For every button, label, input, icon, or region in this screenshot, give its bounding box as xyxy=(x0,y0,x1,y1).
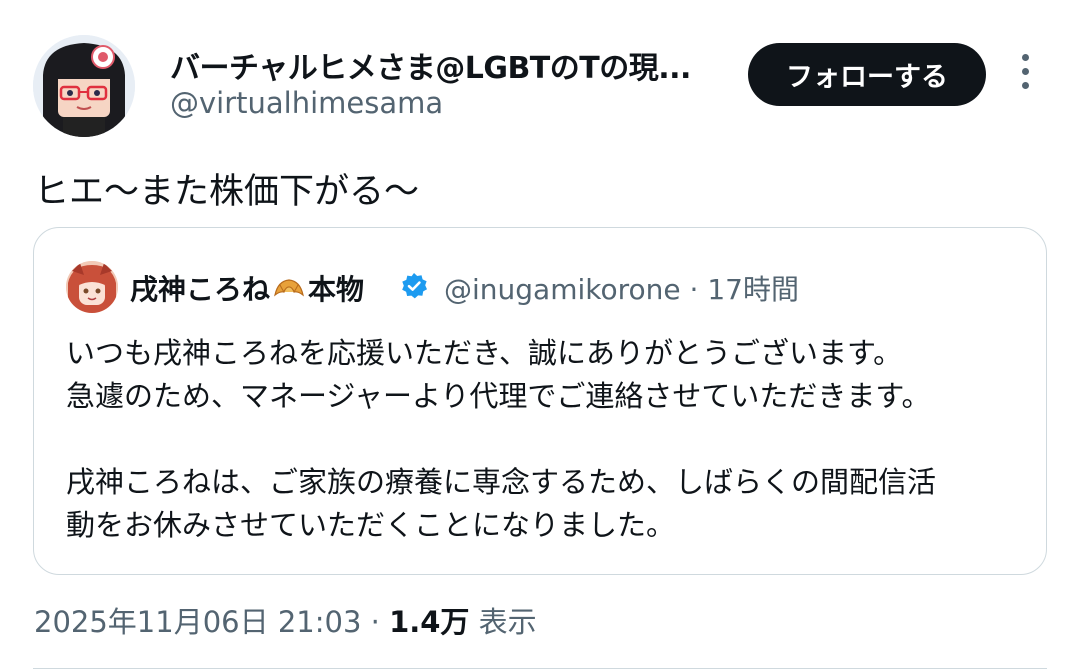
quoted-author-display-name[interactable]: 戌神ころね 本物 xyxy=(130,268,364,310)
quoted-tweet-card[interactable]: 戌神ころね 本物 @inugamikorone · 17時間 いつも戌神ころねを… xyxy=(33,227,1047,575)
author-handle[interactable]: @virtualhimesama xyxy=(170,86,443,120)
quoted-author-handle-row: @inugamikorone · 17時間 xyxy=(444,268,799,308)
author-avatar[interactable] xyxy=(33,35,135,137)
tweet-text: ヒエ〜また株価下がる〜 xyxy=(34,172,420,212)
dot-separator: · xyxy=(370,605,380,639)
views-label: 表示 xyxy=(478,605,537,639)
quoted-author-name-part1: 戌神ころね xyxy=(130,273,271,306)
quoted-body-line: 動をお休みさせていただくことになりました。 xyxy=(66,508,676,542)
quoted-author-handle[interactable]: @inugamikorone xyxy=(444,273,681,306)
croissant-icon xyxy=(272,275,306,310)
quoted-tweet-body: いつも戌神ころねを応援いただき、誠にありがとうございます。 急遽のため、マネージ… xyxy=(66,332,936,547)
quoted-tweet-time[interactable]: 17時間 xyxy=(707,273,799,306)
dot-separator: · xyxy=(689,273,699,306)
quoted-body-line: いつも戌神ころねを応援いただき、誠にありがとうございます。 xyxy=(66,336,903,370)
quoted-body-line: 急遽のため、マネージャーより代理でご連絡させていただきます。 xyxy=(66,379,931,413)
tweet-timestamp[interactable]: 2025年11月06日 21:03 xyxy=(34,605,361,639)
verified-badge-icon xyxy=(400,272,428,300)
follow-button[interactable]: フォローする xyxy=(748,43,986,106)
quoted-body-line: 戌神ころねは、ご家族の療養に専念するため、しばらくの間配信活 xyxy=(66,465,937,499)
more-options-icon[interactable] xyxy=(1012,54,1038,96)
quoted-author-avatar[interactable] xyxy=(66,261,118,313)
tweet-meta-row: 2025年11月06日 21:03 · 1.4万 表示 xyxy=(34,599,537,641)
views-count: 1.4万 xyxy=(389,605,470,639)
quoted-author-name-part2: 本物 xyxy=(308,273,365,306)
author-display-name[interactable]: バーチャルヒメさま@LGBTのTの現... xyxy=(170,43,730,87)
divider xyxy=(33,668,1047,669)
